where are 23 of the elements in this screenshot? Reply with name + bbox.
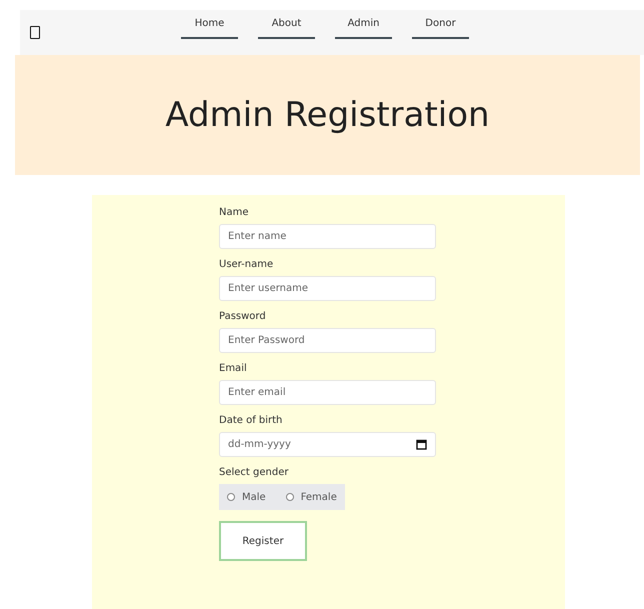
radio-button[interactable]: [227, 493, 235, 501]
date-field[interactable]: dd-mm-yyyy: [219, 432, 436, 457]
field-label: Date of birth: [219, 415, 284, 426]
input-field[interactable]: Enter name: [219, 224, 436, 249]
field-label: Password: [219, 311, 267, 322]
field-label: User-name: [219, 259, 274, 270]
radio-button[interactable]: [286, 493, 294, 501]
radio-label: Female: [300, 492, 337, 502]
nav-link[interactable]: Home: [181, 18, 238, 39]
nav-link[interactable]: Admin: [335, 18, 392, 39]
input-field[interactable]: Enter Password: [219, 328, 436, 353]
page-title: Admin Registration: [165, 95, 490, 135]
field-label: Name: [219, 207, 250, 218]
input-field[interactable]: Enter username: [219, 276, 436, 301]
register-button[interactable]: Register: [219, 521, 307, 561]
calendar-icon[interactable]: [416, 439, 427, 450]
nav-link[interactable]: About: [258, 18, 315, 39]
checkbox-icon[interactable]: [30, 26, 40, 39]
input-field[interactable]: Enter email: [219, 380, 436, 405]
field-label: Select gender: [219, 467, 288, 478]
field-label: Email: [219, 363, 248, 374]
radio-label: Male: [242, 492, 266, 502]
nav-link[interactable]: Donor: [412, 18, 469, 39]
